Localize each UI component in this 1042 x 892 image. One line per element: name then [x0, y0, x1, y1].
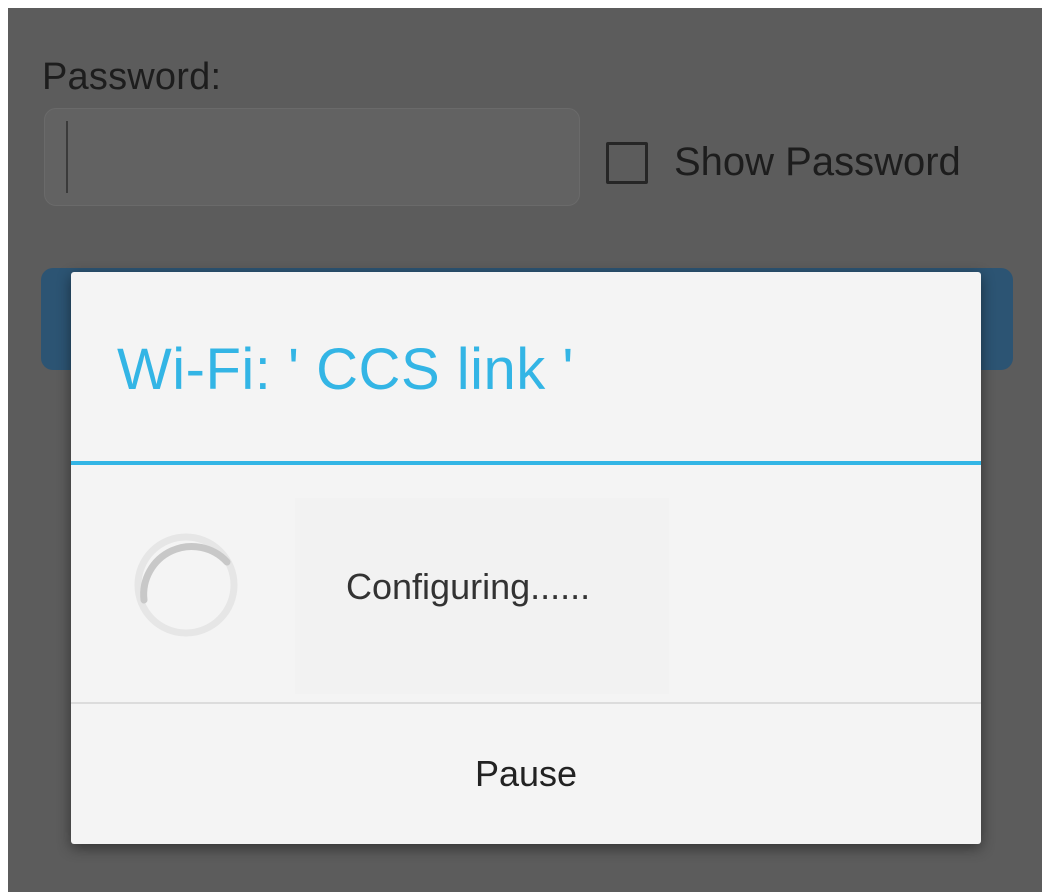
pause-button[interactable]: Pause	[71, 704, 981, 844]
dialog-message: Configuring......	[346, 566, 591, 607]
app-screen: Password: Show Password Wi-Fi: ' CCS lin…	[8, 8, 1042, 892]
text-cursor	[66, 121, 68, 193]
show-password-toggle[interactable]: Show Password	[606, 140, 961, 185]
dialog-title: Wi-Fi: ' CCS link '	[117, 337, 574, 402]
progress-dialog: Wi-Fi: ' CCS link ' Configuring...... Pa…	[71, 272, 981, 844]
dialog-title-divider	[71, 461, 981, 465]
password-input[interactable]	[44, 108, 580, 206]
progress-spinner-icon	[134, 533, 238, 637]
password-label: Password:	[42, 56, 222, 98]
show-password-checkbox[interactable]	[606, 141, 648, 184]
show-password-label: Show Password	[674, 140, 961, 184]
